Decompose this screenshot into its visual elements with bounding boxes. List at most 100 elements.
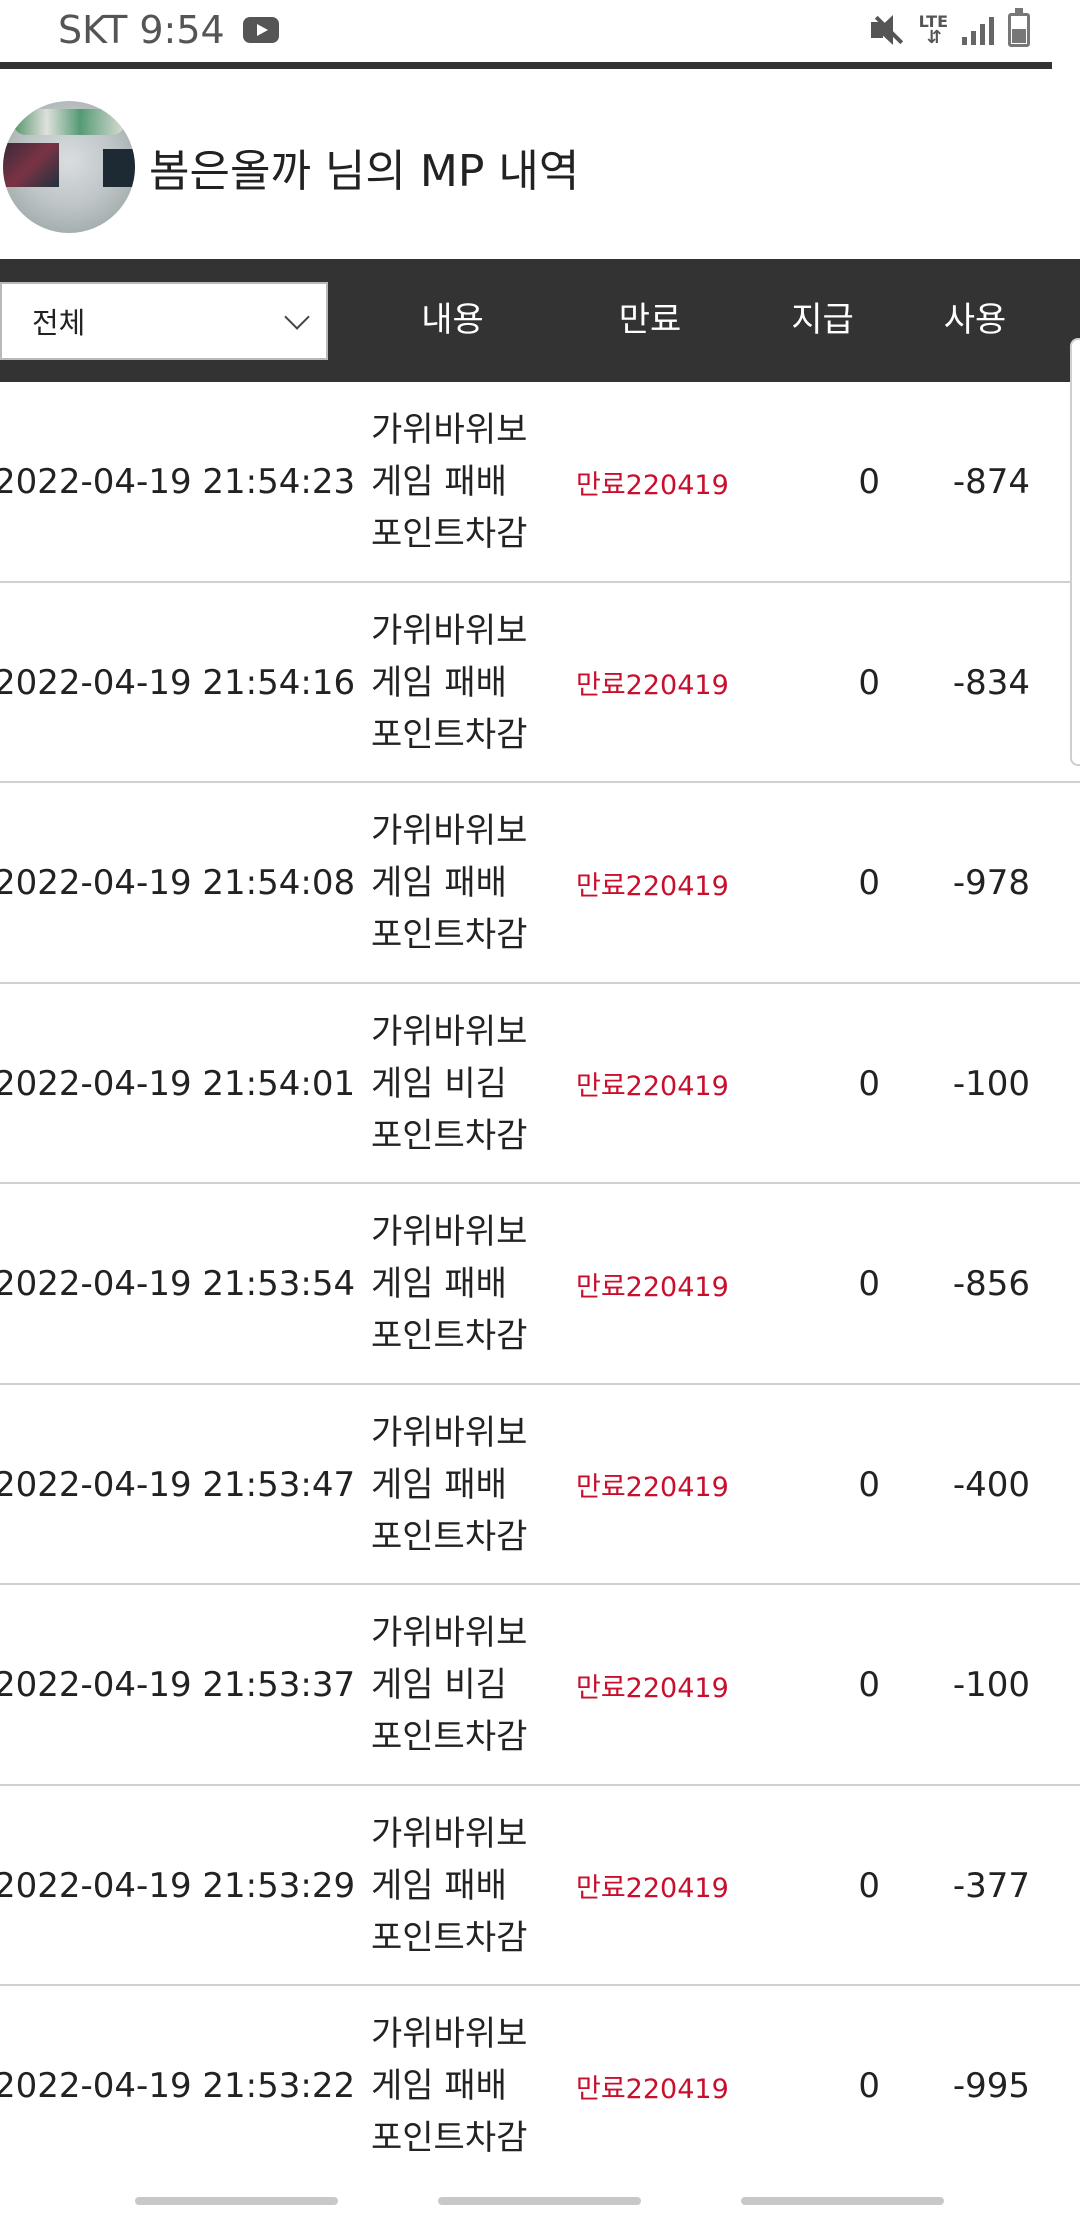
row-expiry: 만료220419: [576, 469, 729, 501]
column-header-content: 내용: [421, 300, 484, 340]
page-title: 봄은올까 님의 MP 내역: [149, 146, 580, 197]
row-content-line: 포인트차감: [371, 1516, 528, 1557]
row-used: -400: [952, 1464, 1030, 1505]
youtube-icon: [242, 17, 279, 43]
row-content-line: 포인트차감: [371, 1917, 528, 1958]
row-content: 가위바위보 게임 패배 포인트차감: [371, 583, 546, 783]
row-content-line: 가위바위보: [371, 1412, 528, 1453]
row-expiry: 만료220419: [576, 1271, 729, 1303]
row-content: 가위바위보 게임 패배 포인트차감: [371, 1786, 546, 1986]
status-left: SKT 9:54: [58, 8, 279, 52]
row-content-line: 포인트차감: [371, 1115, 528, 1156]
column-header-expiry: 만료: [618, 300, 682, 340]
row-expiry: 만료220419: [576, 1071, 729, 1102]
row-content-line: 포인트차감: [371, 2118, 528, 2158]
row-content-line: 게임 패배: [371, 662, 507, 703]
row-content-line: 가위바위보: [371, 2014, 528, 2054]
row-content-line: 게임 패배: [371, 1464, 507, 1505]
chevron-down-icon: [284, 304, 310, 330]
row-expiry: 만료220419: [576, 870, 729, 902]
table-row: 2022-04-19 21:54:23 가위바위보 게임 패배 포인트차감 만료…: [0, 382, 1080, 583]
nav-pill-right[interactable]: [741, 2197, 944, 2205]
row-content: 가위바위보 게임 패배 포인트차감: [371, 1184, 546, 1384]
status-bar: SKT 9:54 LTE ⇵: [0, 0, 1080, 64]
row-expiry: 만료220419: [576, 1672, 729, 1704]
filter-dropdown[interactable]: 전체: [0, 282, 328, 360]
nav-pill-left[interactable]: [135, 2197, 338, 2205]
table-row: 2022-04-19 21:53:54 가위바위보 게임 패배 포인트차감 만료…: [0, 1184, 1080, 1385]
row-content-line: 게임 패배: [371, 462, 507, 502]
row-used: -834: [952, 662, 1030, 703]
row-content-line: 가위바위보: [371, 1212, 528, 1252]
row-expiry: 만료220419: [576, 1472, 729, 1503]
row-issued: 0: [858, 1264, 880, 1304]
row-used: -874: [952, 462, 1030, 502]
row-datetime: 2022-04-19 21:54:08: [0, 863, 356, 903]
row-content-line: 가위바위보: [371, 811, 528, 851]
row-issued: 0: [858, 462, 880, 502]
row-used: -377: [952, 1865, 1030, 1906]
row-content: 가위바위보 게임 패배 포인트차감: [371, 1385, 546, 1585]
row-content-line: 포인트차감: [371, 915, 528, 955]
lte-icon: LTE ⇵: [918, 12, 948, 48]
row-used: -856: [952, 1264, 1030, 1304]
row-datetime: 2022-04-19 21:54:23: [0, 462, 356, 502]
row-datetime: 2022-04-19 21:53:37: [0, 1665, 356, 1705]
row-expiry: 만료220419: [576, 1873, 729, 1904]
table-row: 2022-04-19 21:53:47 가위바위보 게임 패배 포인트차감 만료…: [0, 1385, 1080, 1585]
row-content: 가위바위보 게임 패배 포인트차감: [371, 783, 546, 983]
row-content-line: 가위바위보: [371, 610, 528, 651]
row-content: 가위바위보 게임 패배 포인트차감: [371, 1986, 546, 2186]
battery-icon: [1008, 8, 1030, 47]
row-content-line: 가위바위보: [371, 1011, 528, 1052]
row-issued: 0: [858, 2066, 880, 2106]
signal-icon: [962, 15, 994, 45]
mute-icon: [869, 12, 905, 48]
row-content-line: 게임 패배: [371, 863, 507, 903]
history-table-body: 2022-04-19 21:54:23 가위바위보 게임 패배 포인트차감 만료…: [0, 382, 1080, 2187]
row-used: -995: [952, 2066, 1030, 2106]
table-row: 2022-04-19 21:54:08 가위바위보 게임 패배 포인트차감 만료…: [0, 783, 1080, 984]
row-expiry: 만료220419: [576, 2073, 729, 2105]
row-content-line: 가위바위보: [371, 410, 528, 450]
column-header-used: 사용: [943, 300, 1007, 340]
page-header: 봄은올까 님의 MP 내역: [0, 97, 1080, 237]
row-content-line: 포인트차감: [371, 1316, 528, 1356]
row-content-line: 포인트차감: [371, 514, 528, 554]
row-content: 가위바위보 게임 패배 포인트차감: [371, 382, 546, 582]
status-right: LTE ⇵: [869, 8, 1030, 48]
filter-selected-value: 전체: [32, 306, 86, 340]
table-row: 2022-04-19 21:53:29 가위바위보 게임 패배 포인트차감 만료…: [0, 1786, 1080, 1986]
row-issued: 0: [858, 1865, 880, 1906]
row-content-line: 게임 비김: [371, 1063, 507, 1104]
row-datetime: 2022-04-19 21:54:01: [0, 1063, 356, 1104]
row-expiry: 만료220419: [576, 670, 729, 701]
row-content-line: 게임 패배: [371, 1865, 507, 1906]
row-datetime: 2022-04-19 21:54:16: [0, 662, 356, 703]
column-header-issued: 지급: [791, 300, 854, 340]
row-content-line: 게임 비김: [371, 1665, 507, 1705]
row-datetime: 2022-04-19 21:53:29: [0, 1865, 356, 1906]
top-divider: [0, 62, 1052, 69]
scrollbar-thumb[interactable]: [1070, 338, 1080, 766]
row-content: 가위바위보 게임 비김 포인트차감: [371, 984, 546, 1184]
table-row: 2022-04-19 21:54:16 가위바위보 게임 패배 포인트차감 만료…: [0, 583, 1080, 783]
avatar[interactable]: [3, 101, 135, 233]
row-content: 가위바위보 게임 비김 포인트차감: [371, 1585, 546, 1785]
nav-pill-center[interactable]: [438, 2197, 641, 2205]
row-used: -978: [952, 863, 1030, 903]
row-used: -100: [952, 1665, 1030, 1705]
row-used: -100: [952, 1063, 1030, 1104]
row-content-line: 포인트차감: [371, 714, 528, 755]
row-content-line: 포인트차감: [371, 1717, 528, 1757]
table-row: 2022-04-19 21:54:01 가위바위보 게임 비김 포인트차감 만료…: [0, 984, 1080, 1184]
table-row: 2022-04-19 21:53:22 가위바위보 게임 패배 포인트차감 만료…: [0, 1986, 1080, 2187]
row-issued: 0: [858, 662, 880, 703]
row-datetime: 2022-04-19 21:53:47: [0, 1464, 356, 1505]
table-row: 2022-04-19 21:53:37 가위바위보 게임 비김 포인트차감 만료…: [0, 1585, 1080, 1786]
row-content-line: 게임 패배: [371, 1264, 507, 1304]
row-datetime: 2022-04-19 21:53:54: [0, 1264, 356, 1304]
row-issued: 0: [858, 863, 880, 903]
row-issued: 0: [858, 1063, 880, 1104]
row-content-line: 가위바위보: [371, 1613, 528, 1653]
